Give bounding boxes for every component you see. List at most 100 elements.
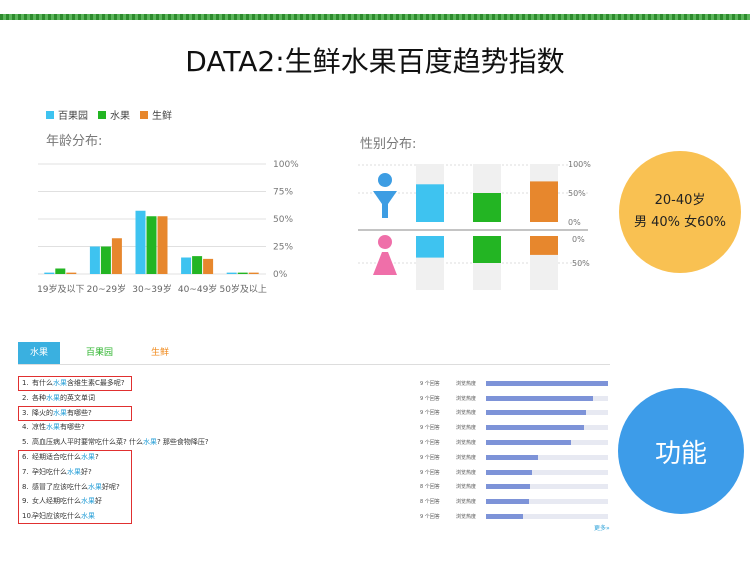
question-number: 2. bbox=[22, 393, 29, 402]
bar-male-水果 bbox=[473, 193, 501, 222]
heat-bar-track bbox=[486, 514, 608, 520]
legend-label: 水果 bbox=[110, 111, 130, 122]
stat-row: 9 个回答 浏览热度 bbox=[420, 420, 610, 435]
age-distribution-chart: 100% 75% 50% 25% 0% 19岁及以下 20~29岁 30~39岁 40~49岁 5… bbox=[37, 160, 299, 295]
y-tick-label: 100% bbox=[273, 160, 299, 170]
legend-label: 生鲜 bbox=[152, 111, 172, 122]
bar-水果 bbox=[237, 272, 248, 274]
heat-bar-track bbox=[486, 454, 608, 460]
question-item[interactable]: 5. 高血压病人平时要常吃什么菜? 什么水果? 那些食物降压? bbox=[18, 435, 418, 450]
x-tick-label: 20~29岁 bbox=[87, 283, 126, 295]
answer-count: 8 个回答 bbox=[420, 484, 440, 491]
bar-水果 bbox=[100, 246, 111, 274]
answer-count: 9 个回答 bbox=[420, 380, 440, 387]
question-keyword: 水果 bbox=[46, 423, 60, 432]
tab-fresh[interactable]: 生鲜 bbox=[139, 342, 181, 364]
question-number: 4. bbox=[22, 423, 29, 432]
bar-male-百果园 bbox=[416, 184, 444, 222]
female-person-icon bbox=[373, 235, 397, 275]
y-tick-label: 0% bbox=[572, 235, 585, 244]
stat-row: 9 个回答 浏览热度 bbox=[420, 435, 610, 450]
heat-bar-fill bbox=[486, 499, 529, 505]
heat-bar-fill bbox=[486, 395, 594, 401]
female-body bbox=[373, 252, 397, 275]
y-tick-label: 0% bbox=[568, 218, 581, 227]
stat-row: 8 个回答 浏览热度 bbox=[420, 480, 610, 495]
x-tick-label: 50岁及以上 bbox=[219, 283, 266, 295]
question-text: 的英文单词 bbox=[60, 393, 95, 402]
question-item[interactable]: 4. 凉性水果有哪些? bbox=[18, 420, 418, 435]
heat-bar-fill bbox=[486, 454, 539, 460]
age-gender-summary-circle: 20-40岁 男 40% 女60% bbox=[619, 151, 741, 273]
heat-bar-fill bbox=[486, 440, 572, 446]
x-tick-label: 30~39岁 bbox=[132, 283, 171, 295]
y-tick-label: 100% bbox=[568, 160, 591, 169]
heat-bar-track bbox=[486, 380, 608, 386]
highlight-box bbox=[18, 376, 132, 391]
heat-label: 浏览热度 bbox=[456, 425, 477, 432]
question-keyword: 水果 bbox=[46, 393, 60, 402]
heat-bar-track bbox=[486, 469, 608, 475]
female-head bbox=[378, 235, 392, 249]
answer-count: 9 个回答 bbox=[420, 514, 440, 521]
x-tick-label: 40~49岁 bbox=[178, 283, 217, 295]
bar-百果园 bbox=[44, 272, 55, 274]
question-text: 高血压病人平时要常吃什么菜? 什么 bbox=[32, 438, 143, 447]
legend-swatch bbox=[140, 110, 148, 119]
bar-female-水果 bbox=[473, 236, 501, 263]
heat-bar-fill bbox=[486, 484, 530, 490]
legend-swatch bbox=[46, 110, 54, 119]
question-item[interactable]: 2. 各种水果的英文单词 bbox=[18, 391, 418, 406]
bar-female-百果园 bbox=[416, 236, 444, 258]
y-tick-label: 25% bbox=[273, 243, 293, 253]
stat-row: 9 个回答 浏览热度 bbox=[420, 465, 610, 480]
page-title: DATA2:生鲜水果百度趋势指数 bbox=[185, 45, 565, 78]
question-text: ? 那些食物降压? bbox=[156, 438, 209, 447]
heat-label: 浏览热度 bbox=[456, 514, 477, 521]
legend-item: 百果园 bbox=[46, 107, 88, 122]
bar-百果园 bbox=[135, 210, 146, 274]
heat-bar-fill bbox=[486, 425, 584, 431]
heat-label: 浏览热度 bbox=[456, 410, 477, 417]
more-link[interactable]: 更多» bbox=[594, 523, 610, 532]
heat-bar-track bbox=[486, 440, 608, 446]
question-text: 各种 bbox=[32, 393, 46, 402]
bar-百果园 bbox=[226, 272, 237, 274]
heat-bar-fill bbox=[486, 380, 608, 386]
summary-gender-ratio: 男 40% 女60% bbox=[633, 215, 727, 230]
answer-count: 9 个回答 bbox=[420, 395, 440, 402]
top-decorative-border bbox=[0, 14, 750, 20]
question-text: 有哪些? bbox=[60, 423, 85, 432]
legend-item: 水果 bbox=[98, 107, 130, 122]
legend-label: 百果园 bbox=[58, 111, 88, 122]
gender-distribution-chart: 100% 50% 0% 0% 50% bbox=[358, 160, 591, 290]
bar-生鲜 bbox=[203, 258, 214, 274]
legend-item: 生鲜 bbox=[140, 107, 172, 122]
stat-row: 9 个回答 浏览热度 bbox=[420, 376, 610, 391]
stat-row: 8 个回答 浏览热度 bbox=[420, 494, 610, 509]
heat-bar-track bbox=[486, 484, 608, 490]
answer-count: 9 个回答 bbox=[420, 425, 440, 432]
answer-count: 9 个回答 bbox=[420, 440, 440, 447]
bar-生鲜 bbox=[157, 216, 168, 274]
function-label: 功能 bbox=[654, 438, 707, 469]
answer-count: 9 个回答 bbox=[420, 469, 440, 476]
heat-bar-fill bbox=[486, 514, 523, 520]
heat-bar-track bbox=[486, 410, 608, 416]
heat-bar-fill bbox=[486, 469, 533, 475]
heat-bar-track bbox=[486, 499, 608, 505]
tab-fruit[interactable]: 水果 bbox=[18, 342, 61, 364]
y-tick-label: 50% bbox=[572, 259, 590, 268]
answer-count: 8 个回答 bbox=[420, 499, 440, 506]
y-tick-label: 0% bbox=[273, 270, 288, 280]
legend-swatch bbox=[98, 110, 106, 119]
x-tick-label: 19岁及以下 bbox=[37, 283, 84, 295]
heat-bar-track bbox=[486, 395, 608, 401]
tab-baiguoyuan[interactable]: 百果园 bbox=[74, 342, 125, 364]
bar-百果园 bbox=[181, 257, 192, 274]
bar-水果 bbox=[146, 216, 157, 274]
heat-label: 浏览热度 bbox=[456, 454, 477, 461]
y-tick-label: 50% bbox=[273, 215, 293, 225]
chart-legend: 百果园 水果 生鲜 bbox=[46, 107, 172, 122]
y-tick-label: 50% bbox=[568, 189, 586, 198]
